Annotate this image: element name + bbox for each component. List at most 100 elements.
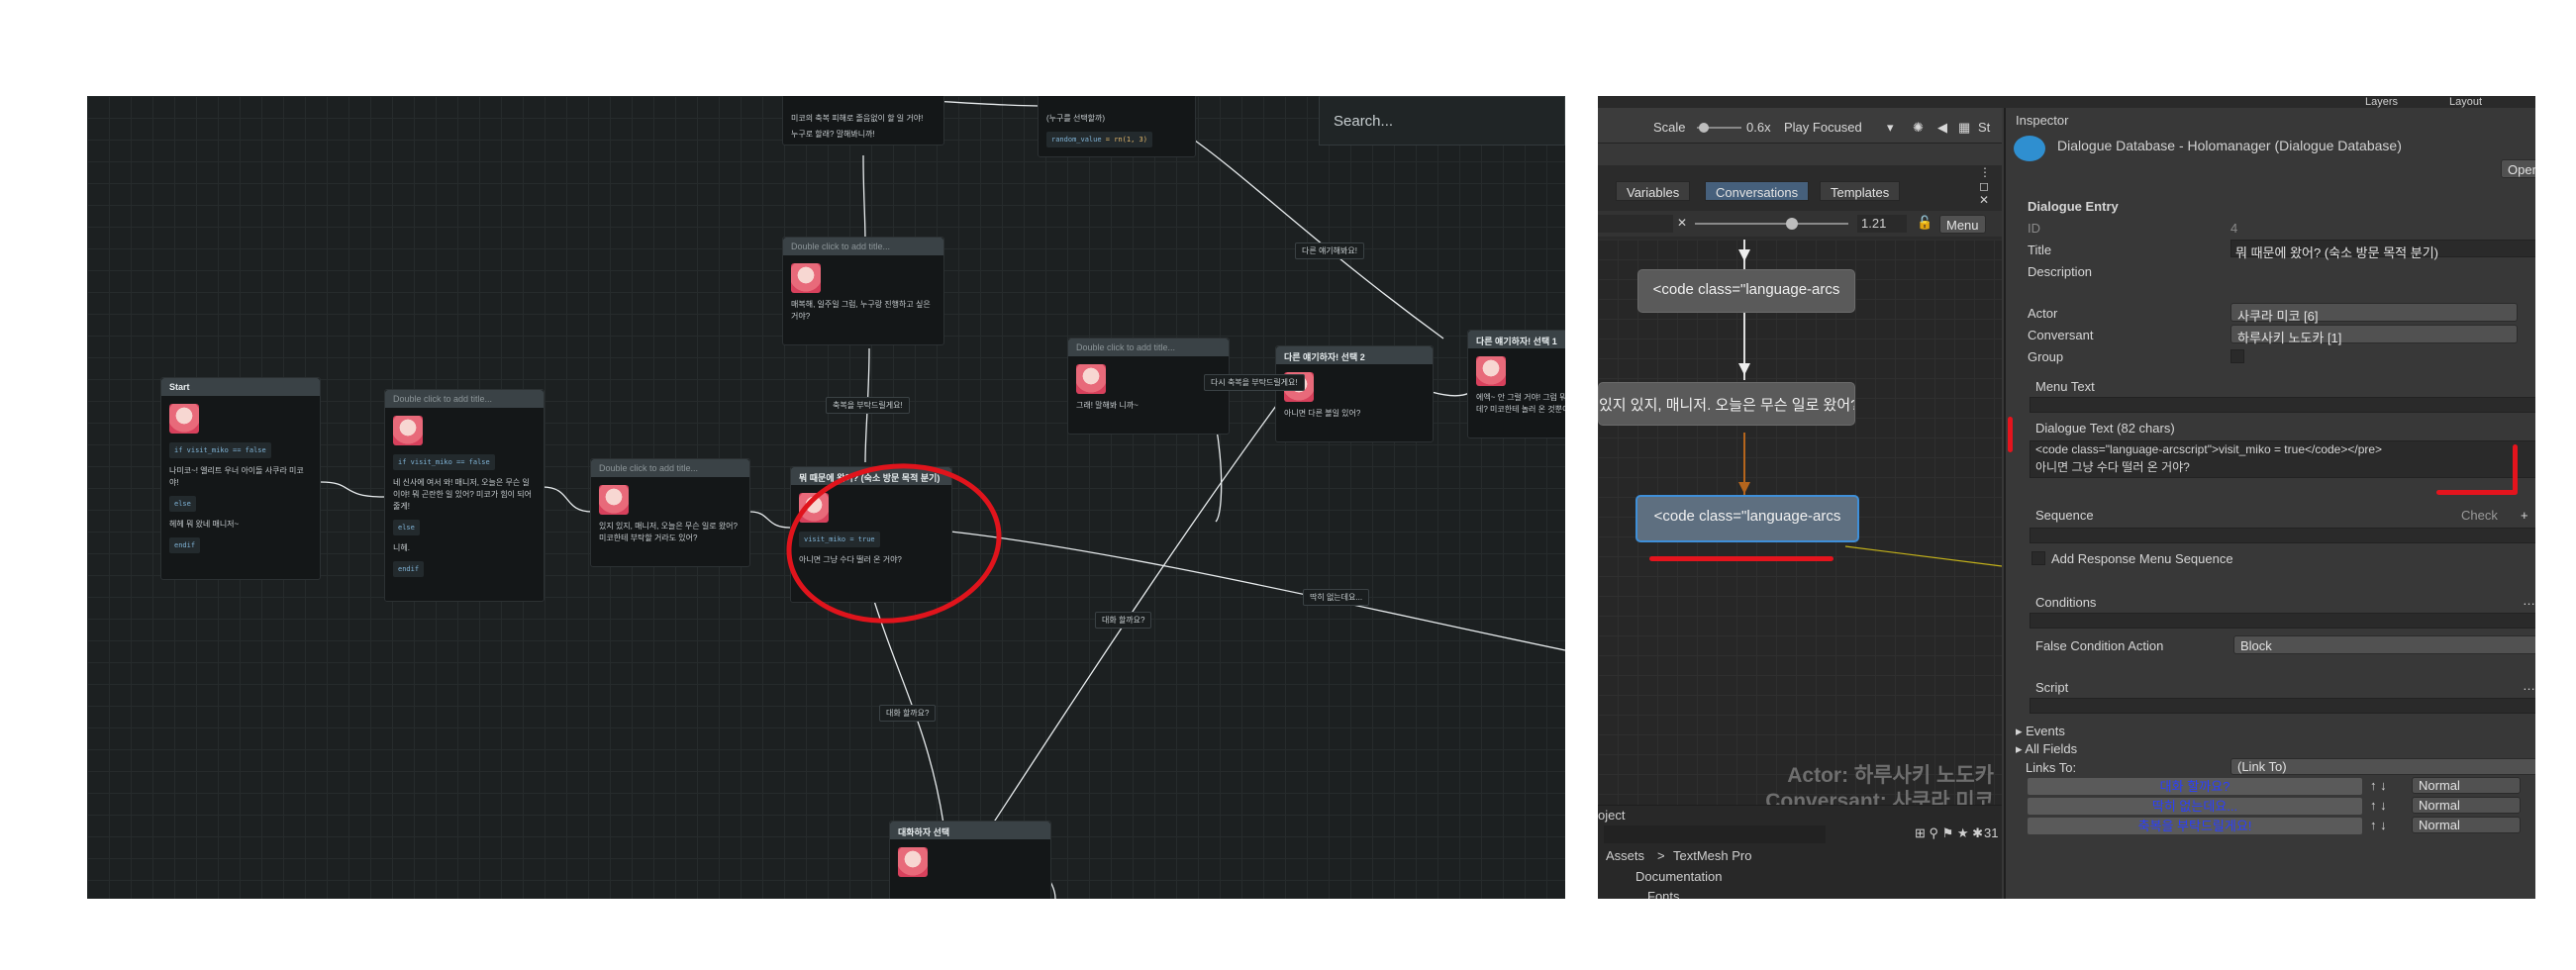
edge-label[interactable]: 다른 얘기해봐요!	[1295, 242, 1364, 259]
grid-icon[interactable]: ▦	[1958, 120, 1970, 136]
false-condition-dropdown[interactable]: Block	[2233, 635, 2535, 654]
add-response-checkbox[interactable]	[2031, 551, 2045, 565]
menu-dropdown[interactable]: Menu	[1939, 215, 1986, 234]
character-avatar	[393, 416, 423, 445]
conversation-node[interactable]: <code class="language-arcs	[1637, 269, 1855, 313]
play-focused-dropdown[interactable]: Play Focused	[1784, 120, 1862, 135]
edge-label[interactable]: 대화 할까요?	[1095, 612, 1152, 629]
node-title: Double click to add title...	[385, 390, 544, 408]
move-arrows-icon[interactable]: ↑ ↓	[2370, 798, 2387, 813]
check-button[interactable]: Check	[2461, 508, 2498, 523]
move-arrows-icon[interactable]: ↑ ↓	[2370, 818, 2387, 832]
conversation-canvas[interactable]: <code class="language-arcs 있지 있지, 매니저. 오…	[1598, 240, 2002, 813]
layers-dropdown[interactable]: Layers	[2365, 96, 2398, 108]
actor-label: Actor	[2028, 306, 2058, 321]
folder-documentation[interactable]: Documentation	[1635, 869, 1722, 884]
move-arrows-icon[interactable]: ↑ ↓	[2370, 778, 2387, 793]
node-bottom[interactable]: 대화하자 선택	[889, 821, 1051, 899]
zoom-value[interactable]: 1.21	[1857, 215, 1907, 233]
conversation-node[interactable]: 있지 있지, 매니저. 오늘은 무슨 일로 왔어?	[1598, 382, 1855, 426]
stats-button[interactable]: St	[1978, 120, 1990, 135]
toolbar-icons[interactable]: ⊞ ⚲ ⚑ ★ ✱	[1915, 825, 1983, 841]
node-text: 그래! 말해봐 니까~	[1076, 401, 1139, 410]
title-label: Title	[2028, 242, 2052, 257]
node-branch-1[interactable]: 다른 얘기하자! 선택 1 에엑~ 안 그럴 거야! 그럼 뭐 하고 싶은데? …	[1467, 330, 1565, 438]
tab-variables[interactable]: Variables	[1616, 181, 1691, 201]
project-tab[interactable]: oject	[1598, 808, 1625, 823]
node-title: 대화하자 선택	[890, 822, 1050, 839]
all-fields-foldout[interactable]: ▸ All Fields	[2016, 741, 2077, 757]
node-text: 니헤.	[393, 543, 410, 552]
speaker-icon[interactable]: ◀	[1937, 120, 1947, 136]
conversation-node-selected[interactable]: <code class="language-arcs	[1635, 495, 1859, 542]
character-avatar	[1476, 356, 1506, 386]
textmesh-breadcrumb[interactable]: TextMesh Pro	[1673, 848, 1751, 863]
dropdown-arrow-icon[interactable]: ▾	[1887, 120, 1894, 136]
character-avatar	[791, 263, 821, 293]
description-label: Description	[2028, 264, 2093, 279]
node-code: else	[169, 496, 196, 512]
node-third[interactable]: Double click to add title... 있지 있지, 매니저,…	[590, 458, 750, 567]
inspector-title: Dialogue Database - Holomanager (Dialogu…	[2057, 138, 2402, 153]
id-label: ID	[2028, 221, 2040, 236]
editor-tabs: Variables Conversations Templates	[1598, 181, 2002, 203]
character-avatar	[1076, 364, 1106, 394]
character-avatar	[898, 847, 928, 877]
node-title: Start	[161, 378, 320, 396]
priority-dropdown[interactable]: Normal	[2412, 817, 2521, 833]
priority-dropdown[interactable]: Normal	[2412, 777, 2521, 794]
tab-conversations[interactable]: Conversations	[1705, 181, 1810, 201]
project-search[interactable]	[1604, 825, 1826, 843]
node-top-left[interactable]: 미코의 축복 피해로 졸음없이 할 일 거야! 누구로 할래? 말해봐니까!	[782, 96, 944, 146]
graph-search-input[interactable]: Search...	[1319, 96, 1565, 146]
group-label: Group	[2028, 349, 2064, 364]
menu-text-field[interactable]	[2030, 397, 2535, 413]
edge-label[interactable]: 다시 축복을 부탁드릴게요!	[1204, 374, 1305, 391]
top-toolbar: Layers Layout	[1598, 96, 2535, 108]
more-options-icon[interactable]: …	[2523, 593, 2535, 608]
bug-icon[interactable]: ✺	[1913, 120, 1924, 136]
layout-dropdown[interactable]: Layout	[2449, 96, 2482, 108]
lock-icon[interactable]: 🔓	[1917, 215, 1932, 231]
link-button[interactable]: 축복을 부탁드릴게요!	[2028, 818, 2362, 834]
conversant-label: Conversant	[2028, 328, 2094, 342]
clear-icon[interactable]: ✕	[1677, 216, 1687, 230]
conditions-field[interactable]	[2030, 613, 2535, 629]
node-text: 네 신사에 여서 와! 매니저, 오늘은 무슨 일이야! 뭐 곤란한 일 있어?…	[393, 478, 532, 511]
search-field[interactable]	[1598, 215, 1673, 233]
links-to-dropdown[interactable]: (Link To)	[2230, 758, 2535, 775]
tab-templates[interactable]: Templates	[1820, 181, 1901, 201]
add-icon[interactable]: +	[2521, 508, 2528, 523]
menu-text-label: Menu Text	[2035, 379, 2095, 394]
sequence-field[interactable]	[2030, 528, 2535, 543]
node-second[interactable]: Double click to add title... if visit_mi…	[384, 389, 545, 602]
open-button[interactable]: Open	[2501, 159, 2535, 178]
conversant-dropdown[interactable]: 하루사키 노도카 [1]	[2230, 325, 2518, 345]
folder-fonts[interactable]: Fonts	[1647, 889, 1680, 899]
node-title: Double click to add title...	[1068, 339, 1229, 356]
assets-breadcrumb[interactable]: Assets	[1606, 848, 1644, 863]
script-field[interactable]	[2030, 698, 2535, 714]
more-options-icon[interactable]: …	[2523, 678, 2535, 693]
priority-dropdown[interactable]: Normal	[2412, 797, 2521, 814]
conditions-label: Conditions	[2035, 595, 2097, 610]
events-foldout[interactable]: ▸ Events	[2016, 724, 2065, 739]
group-checkbox[interactable]	[2230, 349, 2244, 363]
link-button[interactable]: 딱히 없는데요...	[2028, 798, 2362, 815]
edge-label[interactable]: 축복을 부탁드릴게요!	[826, 397, 910, 414]
node-branch-2[interactable]: 다른 얘기하자! 선택 2 아니면 다른 볼일 있어?	[1275, 345, 1434, 442]
scale-slider[interactable]	[1697, 121, 1741, 133]
zoom-slider[interactable]	[1695, 217, 1848, 231]
red-annotation-underline	[1649, 556, 1833, 561]
dialogue-text-label: Dialogue Text (82 chars)	[2035, 421, 2175, 436]
edge-label[interactable]: 딱히 없는데요...	[1303, 589, 1370, 606]
edge-label[interactable]: 대화 할까요?	[879, 705, 937, 722]
node-graph-canvas[interactable]: 미코의 축복 피해로 졸음없이 할 일 거야! 누구로 할래? 말해봐니까! (…	[87, 96, 1565, 899]
actor-dropdown[interactable]: 사쿠라 미코 [6]	[2230, 303, 2518, 324]
node-code: if visit_miko == false	[393, 454, 495, 470]
link-button[interactable]: 대화 할까요?	[2028, 778, 2362, 795]
inspector-tab[interactable]: Inspector	[2016, 113, 2068, 128]
node-start[interactable]: Start if visit_miko == false 나미코~! 엘리트 우…	[160, 377, 321, 580]
node-upper-center[interactable]: Double click to add title... 매복해, 일주일 그럼…	[782, 237, 944, 345]
node-top-mid[interactable]: (누구를 선택할까) random_value = rn(1, 3)	[1038, 96, 1196, 157]
